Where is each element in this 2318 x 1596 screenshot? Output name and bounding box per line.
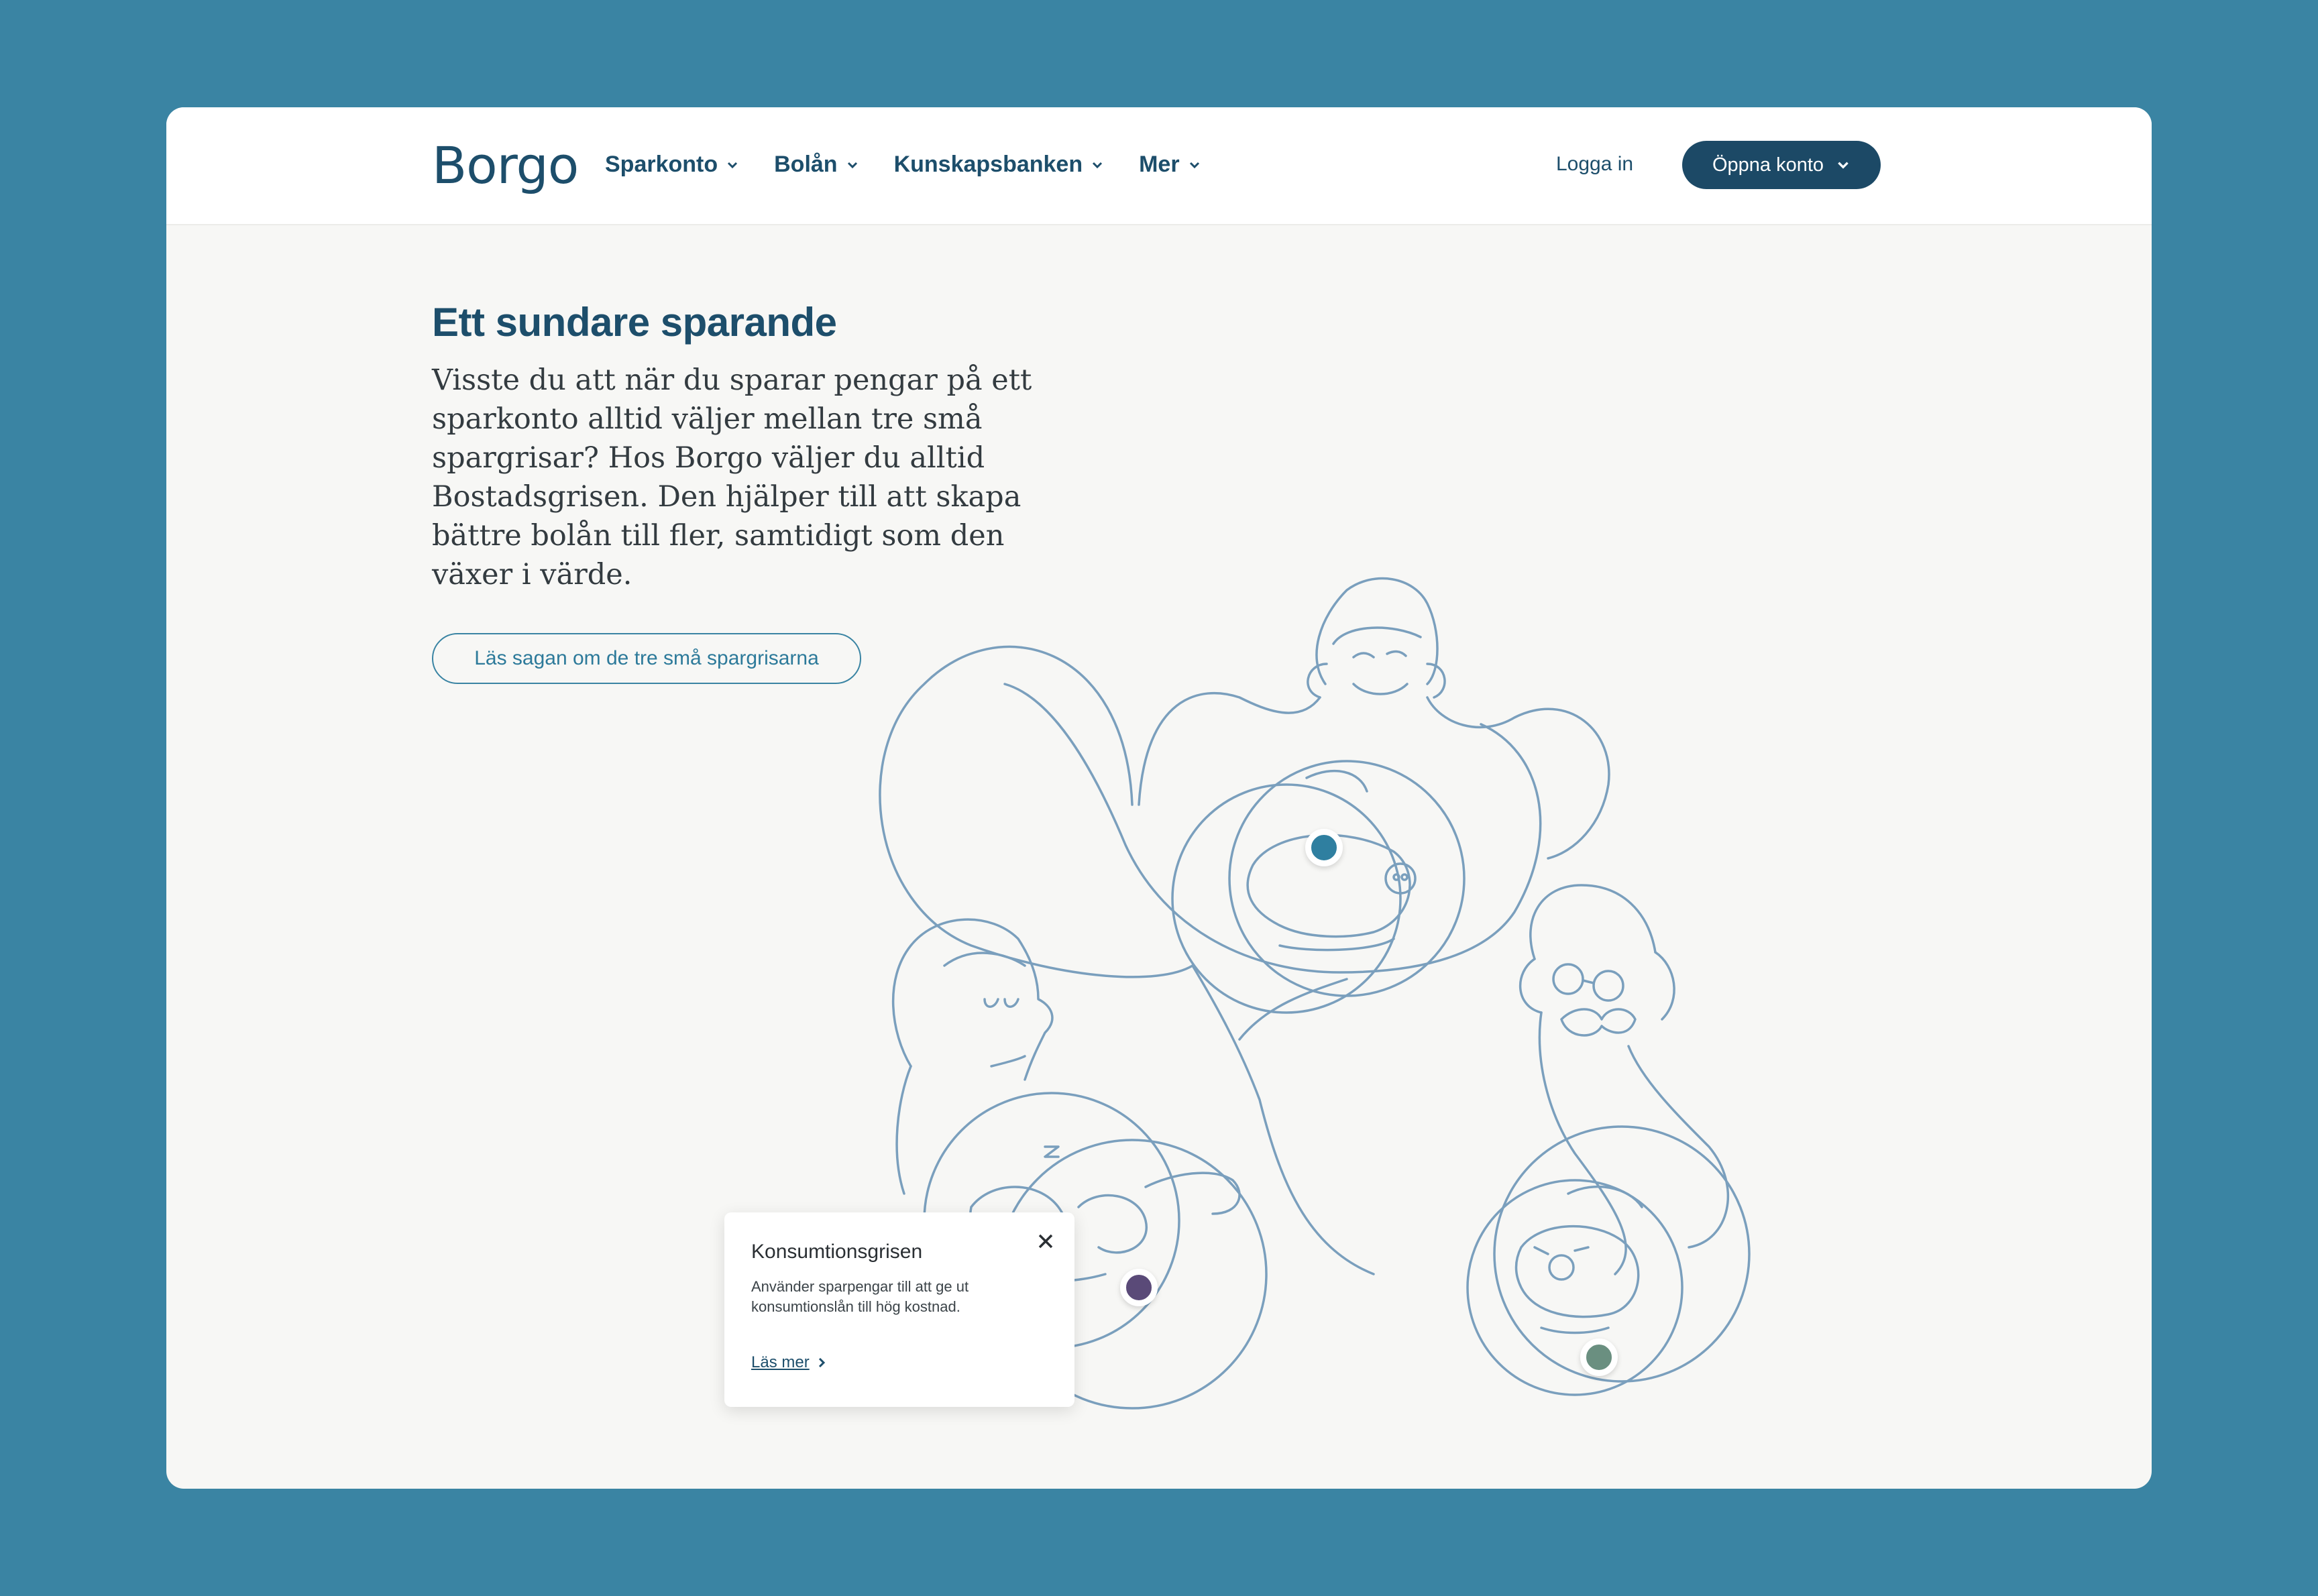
hotspot-dot-konsumtionsgrisen[interactable] xyxy=(1120,1269,1158,1306)
tooltip-title: Konsumtionsgrisen xyxy=(751,1241,923,1263)
read-more-label: Läs mer xyxy=(751,1353,810,1371)
hotspot-dot-bostadsgrisen[interactable] xyxy=(1305,829,1343,866)
tooltip-text: Använder sparpengar till att ge ut konsu… xyxy=(751,1278,969,1315)
three-piggy-banks-illustration xyxy=(879,577,1751,1410)
close-icon[interactable] xyxy=(1037,1233,1054,1250)
hotspot-dot-tredje-grisen[interactable] xyxy=(1580,1338,1618,1376)
browser-window: Borgo Sparkonto Bolån Kunskapsbanken Mer… xyxy=(166,107,2152,1489)
pig-tooltip: Konsumtionsgrisen Använder sparpengar ti… xyxy=(724,1212,1074,1407)
read-more-link[interactable]: Läs mer xyxy=(751,1353,827,1372)
chevron-right-icon xyxy=(818,1357,825,1368)
